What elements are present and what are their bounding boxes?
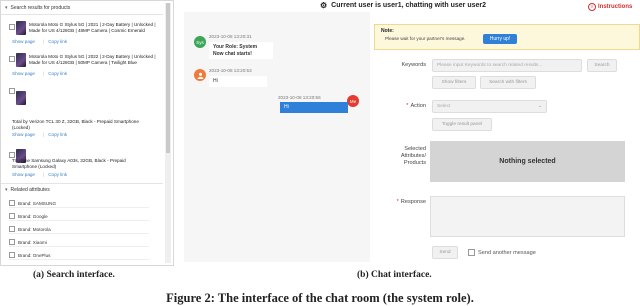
response-textarea[interactable] [430, 196, 625, 237]
show-page-link[interactable]: Show page [12, 172, 35, 177]
system-avatar: Sys [194, 36, 206, 48]
message-timestamp: 2023-10-08 13:20:53 [209, 68, 252, 73]
message-bubble: Hi [209, 76, 267, 87]
user-avatar [194, 69, 206, 81]
attribute-checkbox[interactable] [9, 213, 15, 219]
message-timestamp: 2023-10-08 13:20:31 [209, 34, 252, 39]
note-text: Please wait for your partner's message. [385, 36, 466, 41]
divider [1, 14, 163, 15]
attribute-checkbox[interactable] [9, 226, 15, 232]
message-text: Now chat starts! [213, 50, 252, 57]
message-text: Hi [213, 78, 218, 84]
info-icon: ! [588, 3, 596, 11]
response-label: * Response [396, 199, 426, 205]
attribute-item[interactable]: Brand: Google [9, 212, 149, 221]
copy-link[interactable]: Copy link [48, 39, 67, 44]
attribute-item[interactable]: Brand: Motorola [9, 225, 149, 234]
keywords-label: Keywords [401, 62, 426, 68]
instructions-link[interactable]: ! Instructions [588, 3, 632, 11]
product-image [16, 91, 26, 105]
product-image [16, 21, 26, 35]
divider [1, 183, 163, 184]
action-label: * Action [406, 103, 426, 109]
note-title: Note: [381, 28, 394, 34]
subfigure-caption-a: (a) Search interface. [33, 270, 115, 280]
subfigure-caption-b: (b) Chat interface. [357, 270, 432, 280]
me-avatar: Me [347, 95, 359, 107]
product-item: Motorola Moto G Stylus 5G | 2021 | 2-Day… [9, 21, 159, 47]
attribute-item[interactable]: Brand: SAMSUNG [9, 199, 149, 208]
scrollbar-thumb[interactable] [166, 3, 170, 153]
chevron-down-icon: ▾ [5, 187, 8, 193]
show-page-link[interactable]: Show page [12, 132, 35, 137]
action-select[interactable]: Select ⌄ [432, 100, 547, 113]
copy-link[interactable]: Copy link [48, 172, 67, 177]
toggle-result-panel-button[interactable]: Toggle result panel [432, 118, 492, 131]
product-item: Tracfone Samsung Galaxy A03s, 32GB, Blac… [9, 149, 159, 181]
message-bubble: Your Role: System Now chat starts! [209, 42, 273, 59]
message-timestamp: 2023-10-08 13:20:56 [278, 95, 321, 100]
product-title: Tracfone Samsung Galaxy A03s, 32GB, Blac… [12, 158, 126, 169]
send-another-checkbox[interactable] [468, 249, 475, 256]
show-page-link[interactable]: Show page [12, 39, 35, 44]
show-filters-button[interactable]: Show filters [432, 76, 476, 89]
attribute-checkbox[interactable] [9, 200, 15, 206]
related-attributes-header[interactable]: ▾ Related attributes [5, 187, 50, 193]
chevron-down-icon: ▾ [5, 5, 8, 11]
chat-messages-panel: Sys 2023-10-08 13:20:31 Your Role: Syste… [184, 12, 370, 262]
product-checkbox[interactable] [9, 56, 15, 62]
product-checkbox[interactable] [9, 88, 15, 94]
search-interface-panel: ▾ Search results for products Motorola M… [0, 0, 174, 266]
copy-link[interactable]: Copy link [48, 71, 67, 76]
user-icon [197, 72, 203, 79]
attribute-checkbox[interactable] [9, 252, 15, 258]
hurry-up-button[interactable]: Hurry up! [483, 34, 517, 44]
search-button[interactable]: Search [587, 59, 617, 72]
keywords-input[interactable]: Please input Keywords to search related … [432, 59, 582, 72]
message-text: Hi [284, 104, 289, 110]
message-bubble-self: Hi [280, 102, 348, 113]
search-results-header[interactable]: ▾ Search results for products [5, 5, 70, 11]
product-item: Motorola Moto G Stylus 5G | 2022 | 2-Day… [9, 53, 159, 79]
product-checkbox[interactable] [9, 24, 15, 30]
chevron-down-icon: ⌄ [537, 104, 542, 109]
attribute-item[interactable]: Brand: OnePlus [9, 251, 149, 260]
product-title: Total by Verizon TCL 30 Z, 32GB, Black -… [12, 119, 139, 130]
note-banner: Note: Please wait for your partner's mes… [374, 24, 640, 50]
copy-link[interactable]: Copy link [48, 132, 67, 137]
product-image [16, 53, 26, 67]
product-title: Motorola Moto G Stylus 5G | 2022 | 2-Day… [29, 54, 156, 65]
search-with-filters-button[interactable]: Search with filters [480, 76, 536, 89]
selected-items-box: Nothing selected [430, 141, 625, 182]
send-another-option[interactable]: Send another message [468, 249, 536, 256]
attribute-checkbox[interactable] [9, 239, 15, 245]
show-page-link[interactable]: Show page [12, 71, 35, 76]
product-title: Motorola Moto G Stylus 5G | 2021 | 2-Day… [29, 22, 156, 33]
scrollbar[interactable] [165, 3, 171, 263]
chat-title: ⚙ Current user is user1, chatting with u… [320, 1, 486, 10]
send-button[interactable]: Send [432, 246, 458, 259]
attribute-item[interactable]: Brand: Xiaomi [9, 238, 149, 247]
chat-title-icon: ⚙ [320, 1, 328, 10]
product-item: Total by Verizon TCL 30 Z, 32GB, Black -… [9, 85, 159, 137]
selected-attributes-label: Selected Attributes/Products [400, 146, 426, 166]
